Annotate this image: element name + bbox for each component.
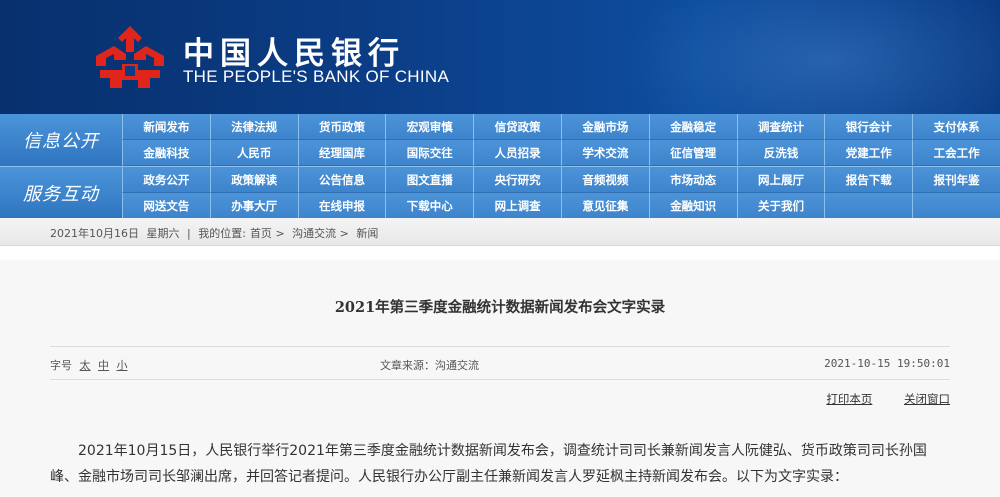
nav-item[interactable]: 金融知识 bbox=[648, 193, 737, 219]
nav-item[interactable]: 政务公开 bbox=[122, 167, 210, 193]
font-size-control: 字号 太 中 小 bbox=[50, 357, 128, 373]
nav-item-empty bbox=[912, 193, 1000, 219]
nav-item[interactable]: 办事大厅 bbox=[209, 193, 298, 219]
nav-item[interactable]: 央行研究 bbox=[473, 167, 561, 193]
breadcrumb-prefix: 我的位置: bbox=[198, 227, 246, 240]
breadcrumb-bar: 2021年10月16日 星期六 | 我的位置: 首页 > 沟通交流 > 新闻 bbox=[0, 218, 1000, 246]
nav-item[interactable]: 音频视频 bbox=[561, 167, 649, 193]
nav-item[interactable]: 经理国库 bbox=[297, 140, 386, 166]
article-tools: 打印本页 关闭窗口 bbox=[798, 391, 950, 407]
article-source: 文章来源：沟通交流 bbox=[380, 359, 479, 372]
nav-item-empty bbox=[824, 193, 913, 219]
nav-item[interactable]: 网上调查 bbox=[473, 193, 561, 219]
header-glow bbox=[620, 0, 1000, 114]
breadcrumb: 2021年10月16日 星期六 | 我的位置: 首页 > 沟通交流 > 新闻 bbox=[50, 225, 378, 241]
nav-item[interactable]: 关于我们 bbox=[736, 193, 825, 219]
pboc-logo-icon[interactable] bbox=[92, 24, 168, 90]
font-size-small-link[interactable]: 小 bbox=[117, 359, 128, 372]
nav-section-label: 信息公开 bbox=[0, 114, 122, 166]
font-size-medium-link[interactable]: 中 bbox=[98, 359, 109, 372]
breadcrumb-level2[interactable]: 新闻 bbox=[356, 227, 378, 240]
nav-section-service: 服务互动 政务公开 政策解读 公告信息 图文直播 央行研究 音频视频 市场动态 … bbox=[0, 166, 1000, 219]
close-window-link[interactable]: 关闭窗口 bbox=[904, 392, 950, 406]
nav-item[interactable]: 金融市场 bbox=[561, 114, 649, 140]
nav-item[interactable]: 信贷政策 bbox=[473, 114, 561, 140]
nav-item[interactable]: 报告下载 bbox=[824, 167, 913, 193]
nav-item[interactable]: 宏观审慎 bbox=[385, 114, 474, 140]
nav-section-label: 服务互动 bbox=[0, 167, 122, 219]
breadcrumb-home[interactable]: 首页 bbox=[250, 227, 272, 240]
article-meta: 字号 太 中 小 文章来源：沟通交流 2021-10-15 19:50:01 bbox=[50, 357, 950, 373]
nav-grid: 新闻发布 法律法规 货币政策 宏观审慎 信贷政策 金融市场 金融稳定 调查统计 … bbox=[122, 114, 1000, 166]
breadcrumb-level1[interactable]: 沟通交流 bbox=[292, 227, 336, 240]
nav-item[interactable]: 在线申报 bbox=[297, 193, 386, 219]
nav-item[interactable]: 国际交往 bbox=[385, 140, 474, 166]
nav-item[interactable]: 报刊年鉴 bbox=[912, 167, 1000, 193]
nav-item[interactable]: 公告信息 bbox=[297, 167, 386, 193]
nav-item[interactable]: 意见征集 bbox=[561, 193, 649, 219]
article-date: 2021-10-15 19:50:01 bbox=[824, 357, 950, 370]
nav-item[interactable]: 反洗钱 bbox=[736, 140, 825, 166]
breadcrumb-sep: > bbox=[339, 227, 349, 240]
nav-item[interactable]: 新闻发布 bbox=[122, 114, 210, 140]
site-title-en: THE PEOPLE'S BANK OF CHINA bbox=[183, 67, 450, 86]
nav-item[interactable]: 网上展厅 bbox=[736, 167, 825, 193]
article-paragraph: 2021年10月15日，人民银行举行2021年第三季度金融统计数据新闻发布会，调… bbox=[50, 443, 927, 485]
article-container: 2021年第三季度金融统计数据新闻发布会文字实录 字号 太 中 小 文章来源：沟… bbox=[0, 260, 1000, 497]
nav-item[interactable]: 人员招录 bbox=[473, 140, 561, 166]
nav-item[interactable]: 货币政策 bbox=[297, 114, 386, 140]
current-weekday: 星期六 bbox=[146, 227, 180, 240]
font-size-label: 字号 bbox=[50, 359, 72, 372]
nav-item[interactable]: 下载中心 bbox=[385, 193, 474, 219]
font-size-large-link[interactable]: 太 bbox=[80, 359, 91, 372]
print-page-link[interactable]: 打印本页 bbox=[826, 392, 872, 406]
nav-item[interactable]: 金融稳定 bbox=[648, 114, 737, 140]
main-navigation: 信息公开 新闻发布 法律法规 货币政策 宏观审慎 信贷政策 金融市场 金融稳定 … bbox=[0, 114, 1000, 219]
nav-item[interactable]: 调查统计 bbox=[736, 114, 825, 140]
nav-item[interactable]: 工会工作 bbox=[912, 140, 1000, 166]
article-title: 2021年第三季度金融统计数据新闻发布会文字实录 bbox=[334, 299, 666, 316]
nav-item[interactable]: 人民币 bbox=[209, 140, 298, 166]
nav-item[interactable]: 图文直播 bbox=[385, 167, 474, 193]
nav-section-info: 信息公开 新闻发布 法律法规 货币政策 宏观审慎 信贷政策 金融市场 金融稳定 … bbox=[0, 114, 1000, 166]
nav-item[interactable]: 党建工作 bbox=[824, 140, 913, 166]
nav-item[interactable]: 银行会计 bbox=[824, 114, 913, 140]
nav-grid: 政务公开 政策解读 公告信息 图文直播 央行研究 音频视频 市场动态 网上展厅 … bbox=[122, 167, 1000, 219]
divider bbox=[50, 379, 950, 380]
site-header: 中国人民银行 THE PEOPLE'S BANK OF CHINA bbox=[0, 0, 1000, 114]
divider bbox=[50, 346, 950, 347]
nav-item[interactable]: 支付体系 bbox=[912, 114, 1000, 140]
nav-item[interactable]: 学术交流 bbox=[561, 140, 649, 166]
breadcrumb-divider: | bbox=[187, 227, 191, 240]
spacer bbox=[0, 246, 1000, 260]
nav-item[interactable]: 网送文告 bbox=[122, 193, 210, 219]
nav-item[interactable]: 征信管理 bbox=[648, 140, 737, 166]
nav-item[interactable]: 市场动态 bbox=[648, 167, 737, 193]
current-date: 2021年10月16日 bbox=[50, 227, 139, 240]
nav-item[interactable]: 金融科技 bbox=[122, 140, 210, 166]
nav-item[interactable]: 政策解读 bbox=[209, 167, 298, 193]
nav-item[interactable]: 法律法规 bbox=[209, 114, 298, 140]
breadcrumb-sep: > bbox=[275, 227, 285, 240]
